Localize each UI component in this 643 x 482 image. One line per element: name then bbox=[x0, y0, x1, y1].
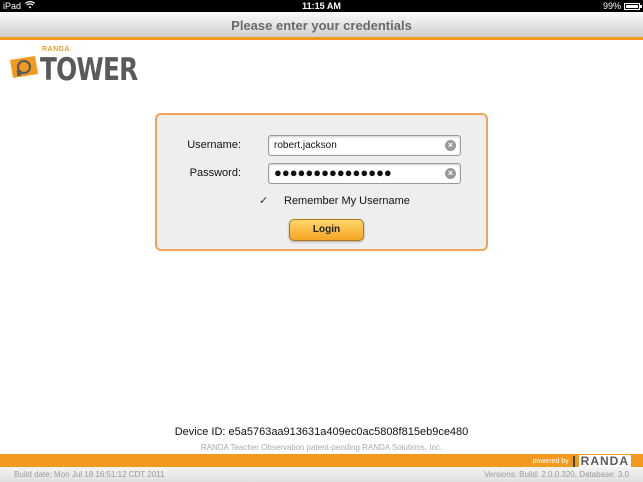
remember-username[interactable]: ✓ Remember My Username bbox=[259, 195, 410, 207]
build-date: Build date: Mon Jul 18 16:51:12 CDT 2011 bbox=[14, 470, 165, 479]
battery-group: 99% bbox=[602, 0, 642, 12]
status-bar: iPad 11:15 AM 99% bbox=[0, 0, 643, 12]
powered-by: powered by RANDA bbox=[532, 455, 631, 467]
password-label: Password: bbox=[189, 167, 241, 179]
login-panel: Username: robert.jackson × Password: ●●●… bbox=[155, 113, 488, 251]
username-label: Username: bbox=[187, 139, 241, 151]
brand-divider bbox=[572, 455, 575, 467]
title-bar: Please enter your credentials bbox=[0, 12, 643, 40]
randa-tower-logo: RANDA TOWER bbox=[8, 46, 138, 88]
battery-fill bbox=[626, 4, 638, 8]
randa-logo-icon bbox=[10, 56, 38, 78]
battery-percent: 99% bbox=[602, 1, 621, 11]
login-button[interactable]: Login bbox=[289, 219, 364, 241]
page-title: Please enter your credentials bbox=[231, 18, 412, 33]
footer: powered by RANDA Build date: Mon Jul 18 … bbox=[0, 454, 643, 482]
logo-product-name: TOWER bbox=[40, 52, 138, 88]
status-time: 11:15 AM bbox=[302, 1, 341, 11]
device-id: Device ID: e5a5763aa913631a409ec0ac5808f… bbox=[174, 426, 469, 438]
username-clear-icon[interactable]: × bbox=[445, 140, 456, 151]
remember-checkbox[interactable]: ✓ bbox=[259, 195, 270, 207]
password-clear-icon[interactable]: × bbox=[445, 168, 456, 179]
password-value: ●●●●●●●●●●●●●●● bbox=[274, 165, 392, 180]
footer-brand: RANDA bbox=[578, 454, 631, 468]
patent-notice: RANDA Teacher Observation patent-pending… bbox=[200, 443, 443, 452]
battery-icon bbox=[624, 2, 642, 10]
password-field[interactable]: ●●●●●●●●●●●●●●● × bbox=[268, 163, 461, 184]
remember-label: Remember My Username bbox=[284, 195, 410, 207]
powered-by-label: powered by bbox=[532, 457, 569, 465]
version-info: Versions: Build: 2.0.0.320, Database: 3.… bbox=[484, 470, 629, 479]
username-value: robert.jackson bbox=[274, 140, 337, 151]
username-field[interactable]: robert.jackson × bbox=[268, 135, 461, 156]
